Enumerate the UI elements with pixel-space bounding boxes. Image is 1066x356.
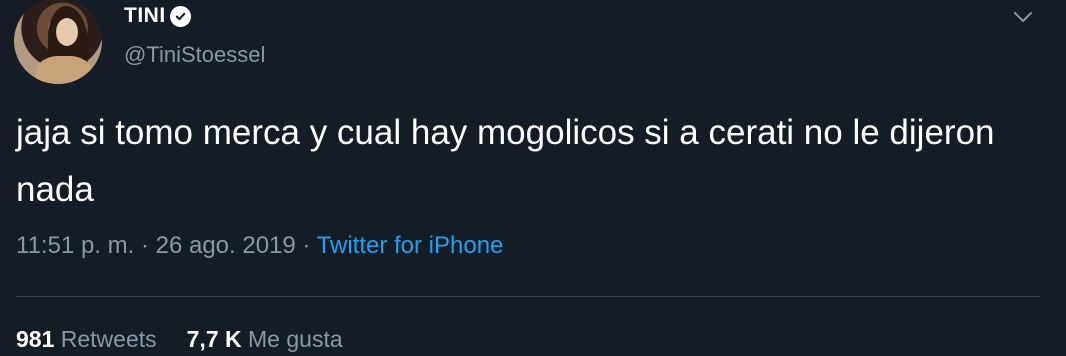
retweets-label: Retweets bbox=[60, 326, 157, 352]
divider bbox=[16, 296, 1040, 297]
likes-stat[interactable]: 7,7 K Me gusta bbox=[187, 326, 343, 352]
author-handle[interactable]: @TiniStoessel bbox=[124, 42, 265, 68]
display-name[interactable]: TINI bbox=[124, 4, 166, 28]
timestamp[interactable]: 11:51 p. m. · 26 ago. 2019 bbox=[16, 232, 296, 259]
avatar-dress bbox=[36, 56, 92, 84]
tweet-stats: 981 Retweets 7,7 K Me gusta bbox=[16, 326, 343, 353]
chevron-down-icon[interactable] bbox=[1012, 10, 1034, 24]
likes-count: 7,7 K bbox=[186, 326, 242, 352]
verified-badge-icon bbox=[169, 5, 191, 27]
source-link[interactable]: Twitter for iPhone bbox=[317, 232, 504, 259]
avatar[interactable] bbox=[14, 0, 102, 84]
author-name-row[interactable]: TINI bbox=[124, 4, 191, 28]
likes-label: Me gusta bbox=[248, 326, 343, 352]
tweet-meta: 11:51 p. m. · 26 ago. 2019 · Twitter for… bbox=[16, 232, 503, 260]
retweets-count: 981 bbox=[16, 326, 55, 352]
tweet-text: jaja si tomo merca y cual hay mogolicos … bbox=[16, 113, 995, 209]
retweets-stat[interactable]: 981 Retweets bbox=[16, 326, 157, 352]
avatar-face bbox=[56, 18, 78, 46]
meta-separator: · bbox=[295, 232, 317, 259]
